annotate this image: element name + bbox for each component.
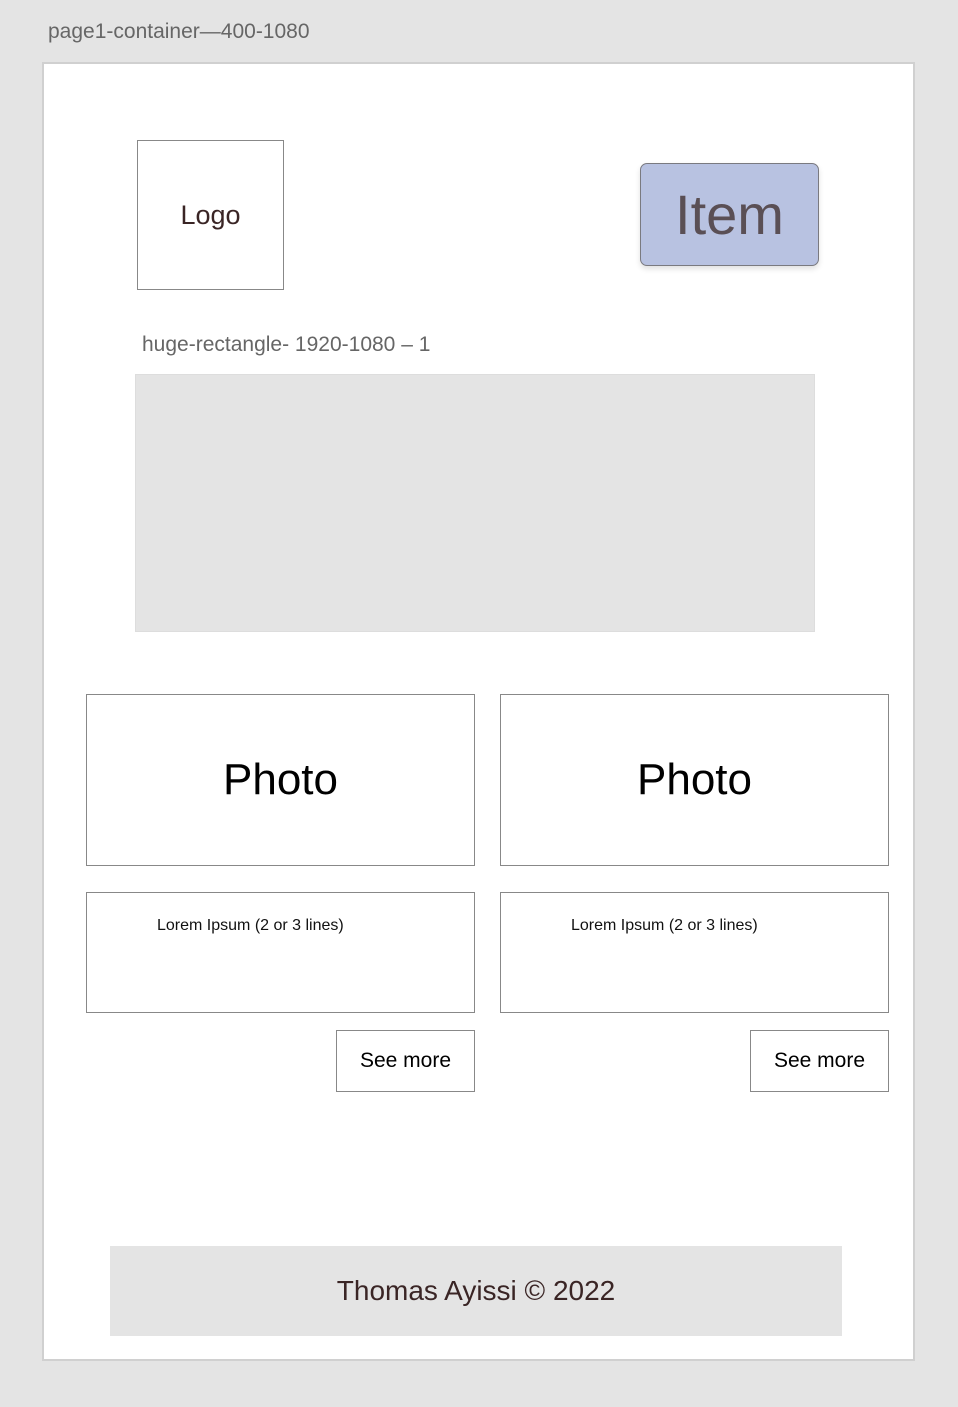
footer-text: Thomas Ayissi © 2022 [336, 1275, 616, 1306]
see-more-button[interactable]: See more [336, 1030, 475, 1092]
footer: Thomas Ayissi © 2022 [110, 1246, 842, 1336]
hero-label: huge-rectangle- 1920-1080 – 1 [142, 333, 431, 356]
photo-label: Photo [637, 755, 752, 804]
see-more-button[interactable]: See more [750, 1030, 889, 1092]
see-more-label: See more [773, 1049, 866, 1072]
logo[interactable]: Logo [137, 140, 284, 290]
nav-item-label: Item [675, 183, 784, 246]
logo-text: Logo [180, 199, 241, 230]
card-photo: Photo [86, 694, 475, 866]
card-description: Lorem Ipsum (2 or 3 lines) [500, 892, 889, 1013]
hero-placeholder [135, 374, 815, 632]
artboard-label: page1-container—400-1080 [48, 20, 310, 43]
description-text: Lorem Ipsum (2 or 3 lines) [157, 917, 344, 934]
description-text: Lorem Ipsum (2 or 3 lines) [571, 917, 758, 934]
nav-item-button[interactable]: Item [640, 163, 819, 266]
see-more-label: See more [359, 1049, 452, 1072]
photo-label: Photo [223, 755, 338, 804]
card-photo: Photo [500, 694, 889, 866]
card-description: Lorem Ipsum (2 or 3 lines) [86, 892, 475, 1013]
